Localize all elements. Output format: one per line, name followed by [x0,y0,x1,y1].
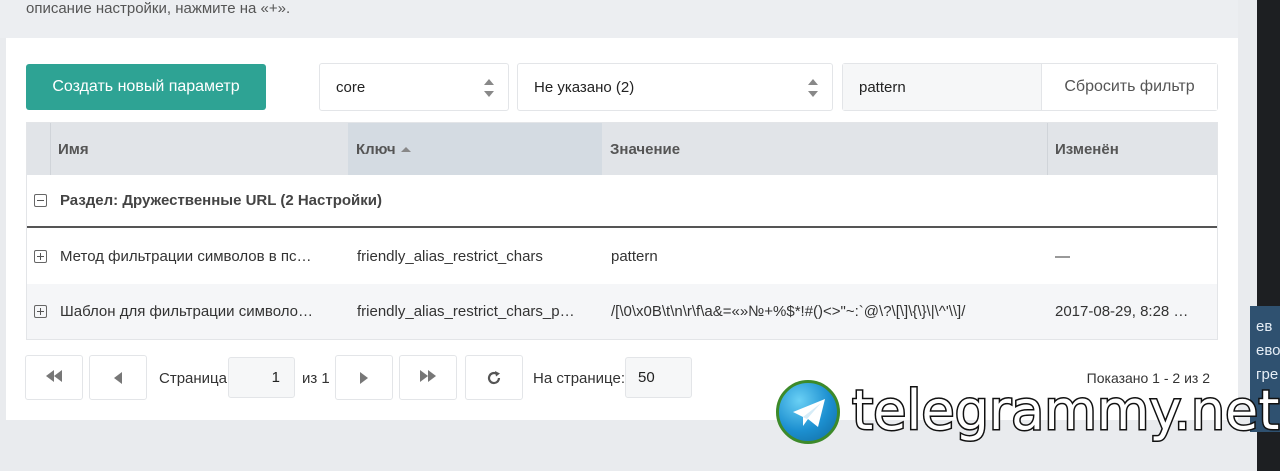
per-page-label: На странице: [533,370,625,387]
page-count-label: из 1 [302,370,330,387]
first-page-button[interactable] [25,355,83,400]
side-text: ево [1256,342,1280,359]
settings-grid: Имя Ключ Значение Изменён Раздел: Дружес… [26,122,1218,340]
expand-icon[interactable] [34,250,47,263]
double-chevron-left-icon [46,369,62,387]
row-name: Метод фильтрации символов в пс… [60,248,312,265]
collapse-icon[interactable] [34,194,47,207]
side-text: ев [1256,318,1273,335]
last-page-button[interactable] [399,355,457,400]
column-header-name-label: Имя [58,140,89,158]
table-row[interactable]: Метод фильтрации символов в пс… friendly… [27,229,1217,284]
column-header-name[interactable]: Имя [50,123,348,175]
telegram-logo-icon [776,380,840,444]
prev-page-button[interactable] [89,355,147,400]
next-page-button[interactable] [335,355,393,400]
row-name: Шаблон для фильтрации символо… [60,303,313,320]
group-label: Раздел: Дружественные URL (2 Настройки) [60,192,382,209]
watermark-text: telegrammy.net [850,378,1280,444]
area-select[interactable]: Не указано (2) [517,63,833,111]
select-arrows-icon [808,79,818,97]
row-key: friendly_alias_restrict_chars_p… [357,303,575,320]
per-page-input[interactable]: 50 [625,357,692,398]
column-header-value[interactable]: Значение [602,123,1047,175]
select-arrows-icon [484,79,494,97]
sort-ascending-icon [400,147,411,152]
page-number-input[interactable]: 1 [228,357,295,398]
column-header-value-label: Значение [610,140,681,158]
column-header-key[interactable]: Ключ [348,123,602,175]
grid-header: Имя Ключ Значение Изменён [27,123,1217,175]
refresh-icon [487,370,501,384]
row-value: pattern [611,248,658,265]
column-header-edited-label: Изменён [1055,140,1119,158]
reset-filter-button[interactable]: Сбросить фильтр [1041,64,1217,110]
double-chevron-right-icon [420,369,436,387]
group-row[interactable]: Раздел: Дружественные URL (2 Настройки) [27,175,1217,228]
row-edited: 2017-08-29, 8:28 … [1055,303,1189,320]
top-strip: описание настройки, нажмите на «+». [0,0,1238,38]
area-select-value: Не указано (2) [534,78,635,96]
filter-input[interactable] [843,64,1041,110]
table-row[interactable]: Шаблон для фильтрации символо… friendly_… [27,284,1217,339]
row-key: friendly_alias_restrict_chars [357,248,543,265]
refresh-button[interactable] [465,355,523,400]
create-parameter-button[interactable]: Создать новый параметр [26,64,266,110]
namespace-select[interactable]: core [319,63,509,111]
chevron-right-icon [360,371,368,384]
filter-group: Сбросить фильтр [842,63,1218,111]
chevron-left-icon [114,371,122,384]
column-header-edited[interactable]: Изменён [1047,123,1217,175]
expand-icon[interactable] [34,305,47,318]
row-value: /[\0\x0B\t\n\r\f\a&=«»№+%$*!#()<>"~:`@\?… [611,303,966,320]
namespace-select-value: core [336,78,366,96]
intro-text: описание настройки, нажмите на «+». [26,0,291,17]
column-header-key-label: Ключ [356,140,396,158]
row-edited: — [1055,248,1070,265]
watermark: telegrammy.net [776,378,1280,444]
page-label: Страница [159,370,227,387]
